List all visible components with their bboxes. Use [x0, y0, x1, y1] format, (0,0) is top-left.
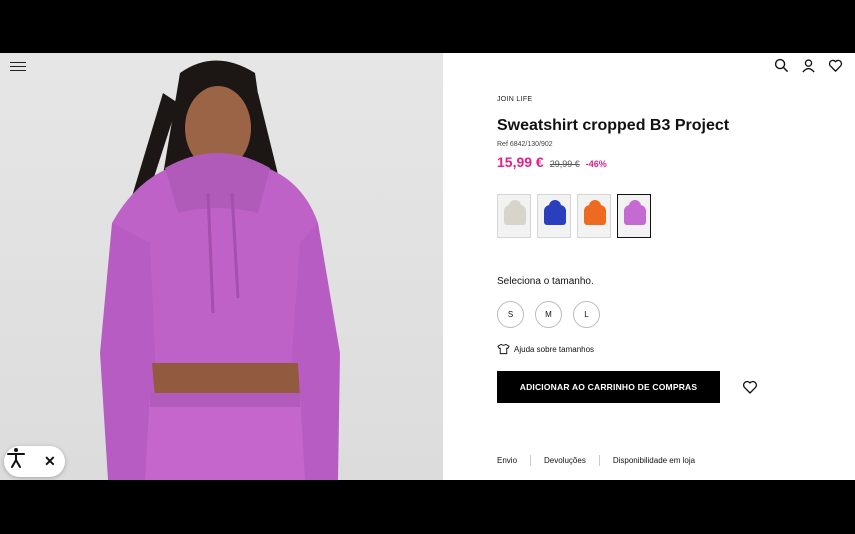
tshirt-icon [497, 343, 510, 355]
user-icon[interactable] [801, 58, 816, 73]
tab-devolucoes[interactable]: Devoluções [544, 456, 586, 465]
size-label: Seleciona o tamanho. [497, 276, 594, 287]
wishlist-heart-icon[interactable] [742, 379, 758, 395]
size-help-label: Ajuda sobre tamanhos [514, 344, 595, 354]
header-icons [774, 58, 843, 73]
menu-icon[interactable] [10, 59, 26, 73]
product-ref: Ref 6842/130/902 [497, 141, 553, 148]
size-help-link[interactable]: Ajuda sobre tamanhos [497, 343, 594, 355]
search-icon[interactable] [774, 58, 789, 73]
close-icon[interactable]: ✕ [44, 452, 56, 470]
swatch-cream[interactable] [497, 194, 531, 238]
product-page: ✕ JOIN LIFE Sweatshirt cropped B3 Projec… [0, 53, 855, 480]
heart-icon[interactable] [828, 58, 843, 73]
swatch-purple[interactable] [617, 194, 651, 238]
color-swatches [497, 194, 651, 238]
price-original: 29,99 € [549, 159, 580, 169]
accessibility-widget: ✕ [4, 446, 65, 477]
add-to-cart-button[interactable]: ADICIONAR AO CARRINHO DE COMPRAS [497, 371, 720, 403]
size-option-m[interactable]: M [535, 301, 562, 328]
price-row: 15,99 € 29,99 € -46% [497, 154, 607, 170]
tab-disponibilidade[interactable]: Disponibilidade em loja [613, 456, 695, 465]
size-selector: S M L [497, 301, 600, 328]
price-current: 15,99 € [497, 154, 544, 170]
tab-envio[interactable]: Envio [497, 456, 517, 465]
product-photo: ✕ [0, 53, 443, 480]
letterbox-top [0, 0, 855, 53]
size-option-s[interactable]: S [497, 301, 524, 328]
product-title: Sweatshirt cropped B3 Project [497, 117, 730, 134]
size-option-l[interactable]: L [573, 301, 600, 328]
brand-tag: JOIN LIFE [497, 96, 533, 103]
info-tabs: Envio Devoluções Disponibilidade em loja [497, 455, 695, 466]
swatch-orange[interactable] [577, 194, 611, 238]
swatch-blue[interactable] [537, 194, 571, 238]
accessibility-icon[interactable] [4, 446, 28, 470]
product-details: JOIN LIFE Sweatshirt cropped B3 Project … [443, 53, 855, 480]
letterbox-bottom [0, 480, 855, 534]
model-illustration [100, 60, 340, 480]
tab-divider [530, 455, 532, 466]
tab-divider [598, 455, 600, 466]
discount-badge: -46% [585, 159, 607, 169]
